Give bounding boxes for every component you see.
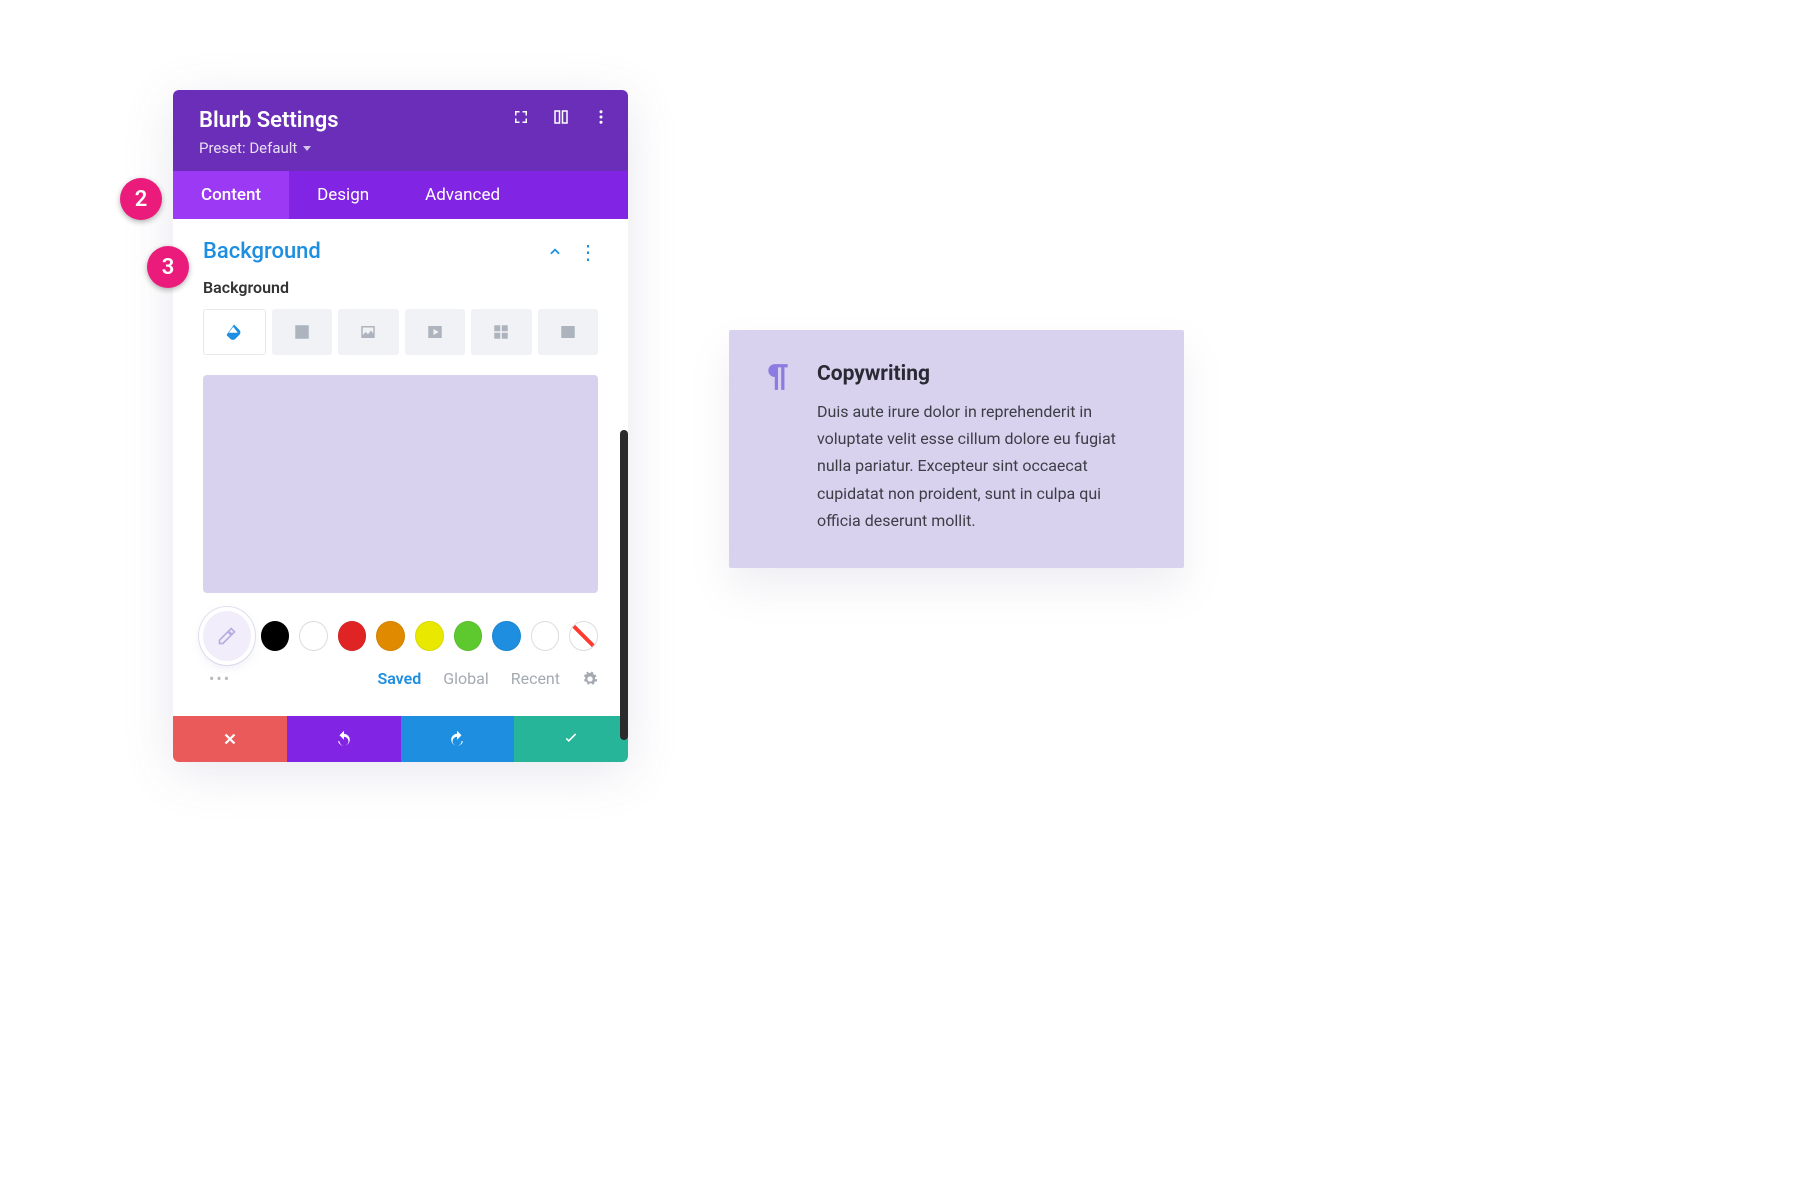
- tab-advanced[interactable]: Advanced: [397, 171, 528, 219]
- more-swatches-icon[interactable]: •••: [209, 669, 231, 688]
- redo-button[interactable]: [401, 716, 515, 762]
- swatch-yellow[interactable]: [415, 621, 444, 651]
- bg-type-mask[interactable]: [538, 309, 599, 355]
- swatch-orange[interactable]: [376, 621, 405, 651]
- swatch-white-2[interactable]: [531, 621, 560, 651]
- color-swatch-row: [203, 611, 598, 661]
- palette-tab-recent[interactable]: Recent: [511, 669, 560, 688]
- bg-type-color[interactable]: [203, 309, 266, 355]
- preset-label: Preset: Default: [199, 139, 297, 157]
- bg-type-gradient[interactable]: [272, 309, 333, 355]
- bg-type-video[interactable]: [405, 309, 466, 355]
- panel-header: Blurb Settings Preset: Default: [173, 90, 628, 171]
- background-type-tabs: [203, 309, 598, 355]
- swatch-green[interactable]: [454, 621, 483, 651]
- annotation-step-2: 2: [120, 178, 162, 220]
- preset-dropdown[interactable]: Preset: Default: [199, 139, 311, 157]
- card-text: Duis aute irure dolor in reprehenderit i…: [817, 398, 1148, 534]
- eyedropper-button[interactable]: [203, 611, 251, 661]
- swatch-blue[interactable]: [492, 621, 521, 651]
- tab-content[interactable]: Content: [173, 171, 289, 219]
- section-more-icon[interactable]: ⋮: [578, 242, 598, 262]
- gear-icon[interactable]: [582, 671, 598, 687]
- panel-footer: [173, 716, 628, 762]
- tab-design[interactable]: Design: [289, 171, 397, 219]
- palette-source-tabs: Saved Global Recent: [377, 669, 598, 688]
- swatch-none[interactable]: [569, 621, 598, 651]
- blurb-settings-panel: Blurb Settings Preset: Default Content D…: [173, 90, 628, 762]
- scrollbar-thumb[interactable]: [620, 430, 628, 740]
- field-label-background: Background: [203, 278, 598, 297]
- settings-tabs: Content Design Advanced: [173, 171, 628, 219]
- color-preview[interactable]: [203, 375, 598, 593]
- palette-tab-global[interactable]: Global: [443, 669, 489, 688]
- snap-icon[interactable]: [552, 108, 570, 126]
- caret-down-icon: [303, 146, 311, 151]
- background-section: Background ⋮ Background: [173, 219, 628, 698]
- section-title[interactable]: Background: [203, 239, 321, 264]
- expand-icon[interactable]: [512, 108, 530, 126]
- bg-type-image[interactable]: [338, 309, 399, 355]
- swatch-white[interactable]: [299, 621, 328, 651]
- swatch-black[interactable]: [261, 621, 290, 651]
- bg-type-pattern[interactable]: [471, 309, 532, 355]
- more-icon[interactable]: [592, 108, 610, 126]
- blurb-preview-card: Copywriting Duis aute irure dolor in rep…: [729, 330, 1184, 568]
- swatch-red[interactable]: [338, 621, 367, 651]
- cancel-button[interactable]: [173, 716, 287, 762]
- palette-tab-saved[interactable]: Saved: [377, 669, 421, 688]
- undo-button[interactable]: [287, 716, 401, 762]
- chevron-up-icon[interactable]: [548, 245, 562, 259]
- annotation-step-3: 3: [147, 246, 189, 288]
- save-button[interactable]: [514, 716, 628, 762]
- card-title: Copywriting: [817, 362, 1148, 386]
- paragraph-icon: [765, 362, 791, 396]
